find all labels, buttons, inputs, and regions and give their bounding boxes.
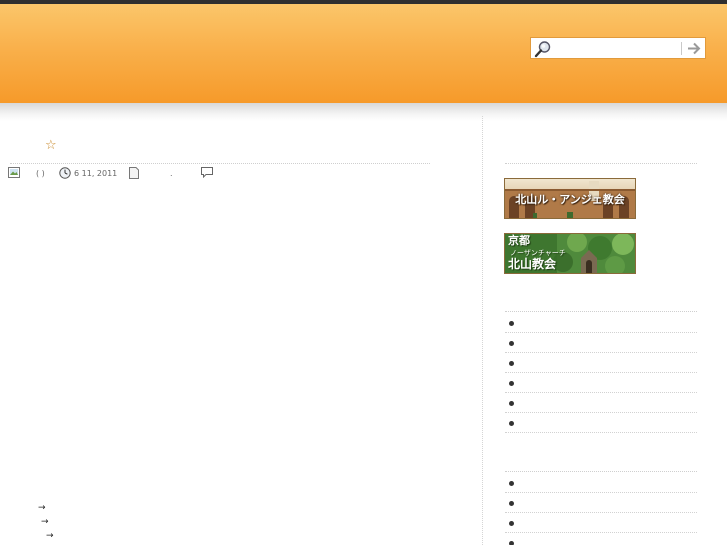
post-date: 6 11, 2011 [74,169,118,178]
column-divider [482,116,483,545]
sidebar-widget-rule [505,471,697,472]
post-meta: ( ) 6 11, 2011 . [8,167,428,181]
post-meta-parens: ( ) [36,169,45,178]
search-box [530,37,706,59]
page-icon [129,167,139,181]
banner-kitayama-le-ange[interactable]: 北山ル・アンジェ教会 [504,178,636,219]
list-item[interactable] [505,333,697,353]
list-item[interactable] [505,533,697,545]
bullet-icon [509,321,514,326]
post-divider [10,163,430,164]
banner-line1: 京都 [508,234,530,247]
bullet-icon [509,361,514,366]
bullet-icon [509,421,514,426]
post-meta-dot: . [170,169,173,178]
link-arrow[interactable]: → [41,517,49,527]
list-item[interactable] [505,393,697,413]
sidebar-widget-rule [505,311,697,312]
list-item[interactable] [505,413,697,433]
clock-icon [59,167,71,181]
link-arrow[interactable]: → [38,503,46,513]
banner-kyoto-northern-church[interactable]: 京都 ノーザンチャーチ 北山教会 [504,233,636,274]
search-input[interactable] [553,40,677,56]
list-item[interactable] [505,373,697,393]
banner-small-text: ノーザンチャーチ [510,249,566,257]
comment-icon[interactable] [201,167,213,181]
bullet-icon [509,341,514,346]
link-arrow[interactable]: → [46,531,54,541]
list-item[interactable] [505,353,697,373]
sidebar-widget-rule [505,163,697,164]
banner-line2: 北山教会 [508,257,557,271]
list-item[interactable] [505,493,697,513]
bullet-icon [509,381,514,386]
list-item[interactable] [505,313,697,333]
list-item[interactable] [505,473,697,493]
bullet-icon [509,401,514,406]
star-icon: ☆ [45,138,57,153]
bullet-icon [509,541,514,545]
image-icon [8,167,20,181]
bullet-icon [509,501,514,506]
search-icon[interactable] [534,40,552,58]
search-submit-arrow-icon[interactable] [685,40,703,57]
sidebar-list-archives [505,473,697,545]
banner-title: 北山ル・アンジェ教会 [515,192,625,206]
bullet-icon [509,481,514,486]
list-item[interactable] [505,513,697,533]
search-separator [681,42,682,55]
bullet-icon [509,521,514,526]
sidebar-list-recent [505,313,697,433]
header-shadow [0,103,727,121]
